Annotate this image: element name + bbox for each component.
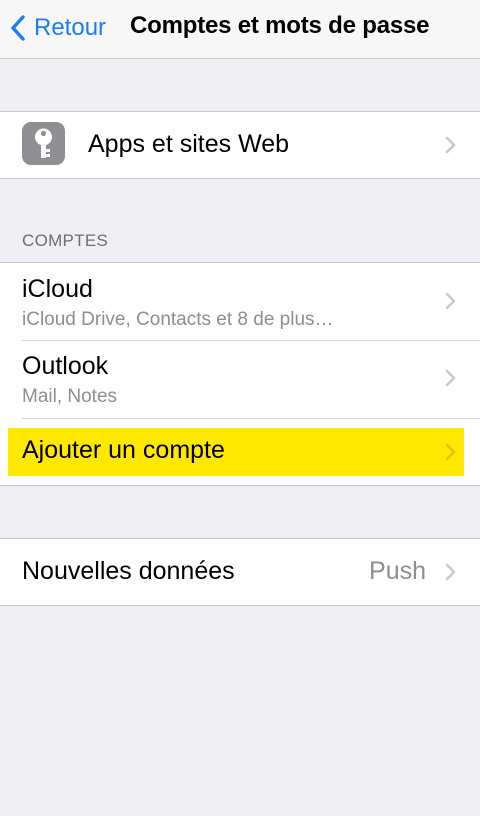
chevron-right-icon [445, 443, 456, 466]
passwords-group: Apps et sites Web [0, 111, 480, 179]
fetch-value: Push [369, 557, 426, 585]
apps-websites-row[interactable]: Apps et sites Web [0, 112, 480, 178]
account-label: Outlook [22, 352, 109, 380]
apps-websites-label: Apps et sites Web [88, 130, 290, 158]
account-row-outlook[interactable]: Outlook Mail, Notes [0, 340, 480, 418]
navigation-bar: Retour Comptes et mots de passe [0, 0, 480, 59]
accounts-section-header: COMPTES [22, 231, 109, 250]
add-account-highlight[interactable]: Ajouter un compte [8, 428, 464, 476]
fetch-group: Nouvelles données Push [0, 538, 480, 606]
back-label: Retour [34, 14, 107, 41]
chevron-right-icon [445, 369, 456, 392]
account-subtitle: iCloud Drive, Contacts et 8 de plus… [22, 309, 334, 330]
account-label: iCloud [22, 275, 93, 303]
chevron-right-icon [445, 136, 456, 159]
chevron-right-icon [445, 563, 456, 586]
back-button[interactable]: Retour [10, 8, 106, 48]
fetch-new-data-row[interactable]: Nouvelles données Push [0, 539, 480, 605]
page-title: Comptes et mots de passe [130, 12, 430, 39]
chevron-right-icon [445, 292, 456, 315]
account-row-icloud[interactable]: iCloud iCloud Drive, Contacts et 8 de pl… [0, 263, 480, 340]
key-icon [22, 122, 65, 165]
add-account-label: Ajouter un compte [22, 436, 225, 464]
chevron-left-icon [10, 14, 26, 42]
fetch-new-data-label: Nouvelles données [22, 557, 235, 585]
account-subtitle: Mail, Notes [22, 386, 118, 407]
